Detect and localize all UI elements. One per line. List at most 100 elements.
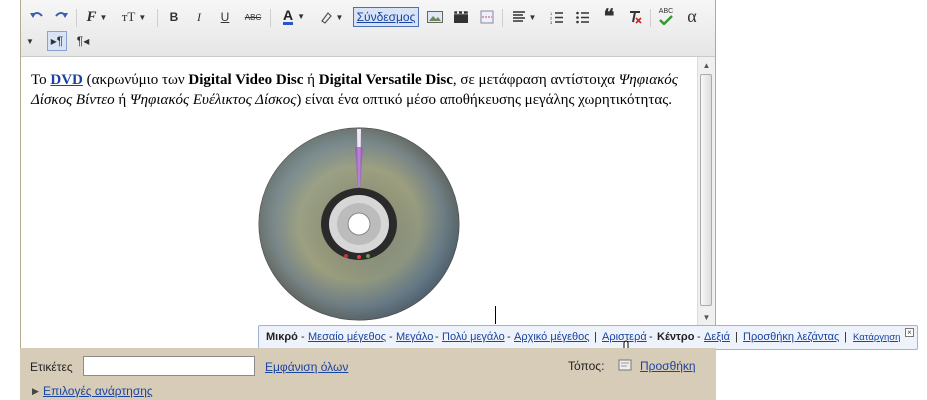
font-size-icon: тT <box>121 9 136 24</box>
ltr-icon: ▸¶ <box>50 34 64 48</box>
content-scrollbar[interactable]: ▲ ▼ <box>697 57 715 327</box>
font-size-button[interactable]: тT ▼ <box>117 7 151 27</box>
rtl-icon: ¶◂ <box>76 34 90 48</box>
redo-icon[interactable] <box>51 7 71 27</box>
highlight-icon <box>320 12 332 24</box>
strikethrough-icon: ABC <box>244 12 262 22</box>
scroll-down-arrow[interactable]: ▼ <box>701 312 712 322</box>
dvd-link[interactable]: DVD <box>50 72 83 88</box>
blockquote-icon: ❝ <box>603 5 615 28</box>
font-icon: F <box>86 8 97 25</box>
toolbar-expand-button[interactable]: ▼ <box>23 31 37 51</box>
chevron-down-icon: ▼ <box>26 36 34 46</box>
special-char-icon: α <box>687 5 697 26</box>
chevron-down-icon: ▼ <box>335 12 344 22</box>
svg-text:3: 3 <box>550 20 553 24</box>
spellcheck-button[interactable]: ABC <box>655 6 677 26</box>
italic-term: Ψηφιακός Ευέλικτος Δίσκος <box>130 92 297 108</box>
jump-break-icon <box>480 10 494 24</box>
chevron-down-icon: ▼ <box>297 11 306 21</box>
size-large-link[interactable]: Μεγάλο <box>396 331 433 343</box>
chevron-down-icon: ▼ <box>528 12 537 22</box>
bold-icon: B <box>169 10 179 24</box>
separator-dash: - <box>507 331 511 343</box>
bulleted-list-button[interactable] <box>573 7 593 27</box>
post-body[interactable]: Το DVD (ακρωνύμιο των Digital Video Disc… <box>31 70 686 110</box>
numbered-list-icon: 123 <box>550 11 563 24</box>
location-icon <box>618 359 632 371</box>
post-editor: F ▼ тT ▼ B I U ABC A ▼ ▼ Σύνδεσμος ▼ 1 2… <box>20 0 716 349</box>
labels-label: Ετικέτες <box>30 360 73 374</box>
show-all-labels-link[interactable]: Εμφάνιση όλων <box>265 360 348 374</box>
size-medium-link[interactable]: Μεσαίο μέγεθος <box>308 331 386 343</box>
separator-dash: - <box>649 331 653 343</box>
text-caret <box>495 306 496 324</box>
text-color-icon: A <box>282 6 294 25</box>
body-text: ή <box>303 72 319 88</box>
spellcheck-label: ABC <box>658 7 674 15</box>
italic-icon: I <box>197 9 201 24</box>
add-caption-link[interactable]: Προσθήκη λεζάντας <box>743 331 839 343</box>
align-right-link[interactable]: Δεξιά <box>704 331 730 343</box>
separator-dash: - <box>697 331 701 343</box>
font-family-button[interactable]: F ▼ <box>83 7 111 27</box>
insert-video-button[interactable] <box>451 7 471 27</box>
body-text: , σε μετάφραση αντίστοιχα <box>452 72 619 88</box>
size-original-link[interactable]: Αρχικό μέγεθος <box>514 331 590 343</box>
formatting-toolbar: F ▼ тT ▼ B I U ABC A ▼ ▼ Σύνδεσμος ▼ 1 2… <box>21 0 715 57</box>
toolbar-separator <box>650 9 651 27</box>
ltr-button[interactable]: ▸¶ <box>47 31 67 51</box>
remove-formatting-button[interactable] <box>625 7 645 27</box>
expand-arrow-icon[interactable]: ▶ <box>32 386 39 397</box>
toolbar-separator <box>157 9 158 27</box>
blockquote-button[interactable]: ❝ <box>599 5 619 28</box>
toolbar-separator <box>502 9 503 27</box>
undo-icon[interactable] <box>27 7 47 27</box>
post-settings-panel: Ετικέτες Εμφάνιση όλων Τόπος: Προσθήκη ▶… <box>20 348 716 400</box>
chevron-down-icon: ▼ <box>99 12 108 22</box>
size-small[interactable]: Μικρό <box>266 331 298 343</box>
link-button[interactable]: Σύνδεσμος <box>353 7 419 27</box>
size-xlarge-link[interactable]: Πολύ μεγάλο <box>442 331 505 343</box>
add-location-link[interactable]: Προσθήκη <box>640 359 696 373</box>
location-label: Τόπος: <box>568 359 605 373</box>
separator-dash: - <box>301 331 305 343</box>
bulleted-list-icon <box>576 11 589 23</box>
special-characters-button[interactable]: α <box>682 6 702 26</box>
spellcheck-icon <box>659 14 673 25</box>
bold-button[interactable]: B <box>164 7 184 27</box>
body-text: (ακρωνύμιο των <box>82 72 189 88</box>
bold-term: Digital Versatile Disc <box>318 72 453 88</box>
underline-button[interactable]: U <box>215 7 235 27</box>
highlight-button[interactable]: ▼ <box>315 7 347 27</box>
separator-pipe: | <box>594 331 597 343</box>
strikethrough-button[interactable]: ABC <box>241 7 265 27</box>
video-icon <box>453 10 469 23</box>
image-icon <box>427 11 443 23</box>
jump-break-button[interactable] <box>477 7 497 27</box>
body-text: ) είναι ένα οπτικό μέσο αποθήκευσης μεγά… <box>296 92 672 108</box>
align-center[interactable]: Κέντρο <box>657 331 694 343</box>
text-color-button[interactable]: A ▼ <box>277 6 311 26</box>
align-icon <box>512 11 525 22</box>
dvd-disc-image[interactable] <box>258 127 460 321</box>
separator-pipe: | <box>844 331 847 343</box>
body-text: ή <box>114 92 131 108</box>
post-options-link[interactable]: Επιλογές ανάρτησης <box>43 384 153 398</box>
scroll-up-arrow[interactable]: ▲ <box>701 60 712 70</box>
italic-button[interactable]: I <box>189 7 209 27</box>
remove-image-link[interactable]: Κατάργηση <box>853 332 900 343</box>
separator-dash: - <box>435 331 439 343</box>
rtl-button[interactable]: ¶◂ <box>73 31 93 51</box>
bold-term: Digital Video Disc <box>188 72 304 88</box>
labels-input[interactable] <box>83 356 255 376</box>
scroll-thumb[interactable] <box>700 74 712 306</box>
separator-pipe: | <box>735 331 738 343</box>
insert-image-button[interactable] <box>425 7 445 27</box>
toolbar-separator <box>76 9 77 27</box>
chevron-down-icon: ▼ <box>138 12 147 22</box>
alignment-button[interactable]: ▼ <box>509 7 539 27</box>
numbered-list-button[interactable]: 123 <box>547 7 567 27</box>
close-icon[interactable]: × <box>905 328 914 337</box>
image-size-bar: Μικρό - Μεσαίο μέγεθος - Μεγάλο - Πολύ μ… <box>258 325 918 350</box>
